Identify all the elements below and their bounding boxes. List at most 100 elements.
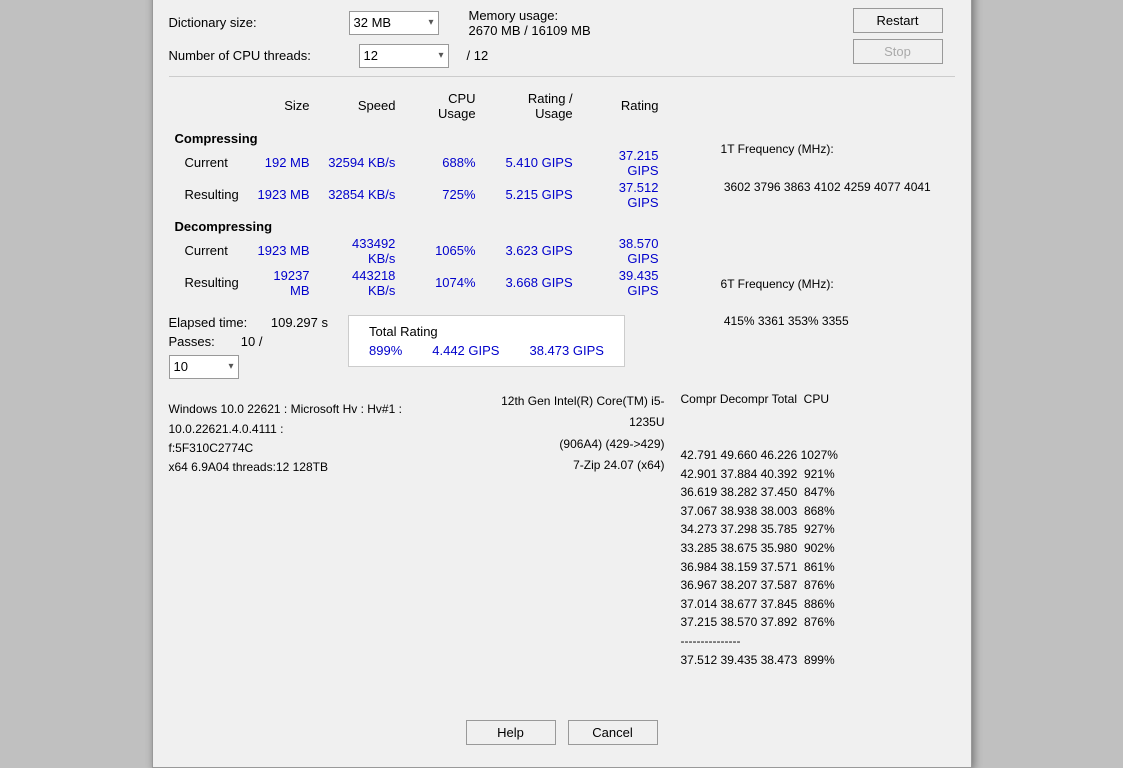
- compress-resulting-rating: 37.512 GIPS: [579, 179, 665, 211]
- compress-current-label: Current: [169, 147, 245, 179]
- col-header-speed: Speed: [316, 89, 402, 123]
- cancel-button[interactable]: Cancel: [568, 720, 658, 745]
- rp-row-6: 36.984 38.159 37.571 861%: [681, 558, 955, 577]
- cpu-detail: (906A4) (429->429): [485, 434, 664, 456]
- compress-resulting-row: Resulting 1923 MB 32854 KB/s 725% 5.215 …: [169, 179, 665, 211]
- decompress-current-rating-usage: 3.623 GIPS: [482, 235, 579, 267]
- os-line1: Windows 10.0 22621 : Microsoft Hv : Hv#1…: [169, 400, 486, 438]
- rp-row-8: 37.014 38.677 37.845 886%: [681, 595, 955, 614]
- rp-table-header: Compr Decompr Total CPU: [681, 390, 955, 409]
- rp-row-1: 42.901 37.884 40.392 921%: [681, 465, 955, 484]
- total-rating-label: Total Rating: [369, 324, 604, 339]
- passes-label: Passes:: [169, 334, 215, 349]
- decompress-current-cpu: 1065%: [401, 235, 481, 267]
- system-info: Windows 10.0 22621 : Microsoft Hv : Hv#1…: [169, 391, 665, 477]
- elapsed-passes-section: Elapsed time: 109.297 s Passes: 10 / 10 …: [169, 315, 329, 379]
- col-header-cpu: CPU Usage: [401, 89, 481, 123]
- decompressing-label: Decompressing: [169, 211, 665, 235]
- passes-select[interactable]: 10 ▾: [169, 355, 239, 379]
- memory-usage-value: 2670 MB / 16109 MB: [469, 23, 591, 38]
- freq-1t-label: 1T Frequency (MHz):: [721, 142, 834, 156]
- compress-current-cpu: 688%: [401, 147, 481, 179]
- cpu-threads-label: Number of CPU threads:: [169, 48, 349, 63]
- freq-1t-values: 3602 3796 3863 4102 4259 4077 4041: [721, 180, 931, 194]
- dict-size-label: Dictionary size:: [169, 15, 349, 30]
- rp-rows: 42.791 49.660 46.226 1027%42.901 37.884 …: [681, 446, 955, 669]
- left-panel: Size Speed CPU Usage Rating / Usage Rati…: [169, 85, 665, 707]
- dict-size-select[interactable]: 32 MB ▾: [349, 11, 439, 35]
- decompress-resulting-rating: 39.435 GIPS: [579, 267, 665, 299]
- restart-button[interactable]: Restart: [853, 8, 943, 33]
- cpu-threads-arrow: ▾: [438, 50, 443, 61]
- compress-resulting-size: 1923 MB: [245, 179, 316, 211]
- rp-row-5: 33.285 38.675 35.980 902%: [681, 539, 955, 558]
- decompress-current-row: Current 1923 MB 433492 KB/s 1065% 3.623 …: [169, 235, 665, 267]
- rp-row-10: ---------------: [681, 632, 955, 651]
- stop-button[interactable]: Stop: [853, 39, 943, 64]
- os-line2: f:5F310C2774C: [169, 439, 486, 458]
- compress-current-rating-usage: 5.410 GIPS: [482, 147, 579, 179]
- compress-resulting-speed: 32854 KB/s: [316, 179, 402, 211]
- compress-current-speed: 32594 KB/s: [316, 147, 402, 179]
- rp-row-3: 37.067 38.938 38.003 868%: [681, 502, 955, 521]
- col-header-name: [169, 89, 245, 123]
- main-body: Size Speed CPU Usage Rating / Usage Rati…: [169, 85, 955, 707]
- cpu-threads-select[interactable]: 12 ▾: [359, 44, 449, 68]
- rp-row-9: 37.215 38.570 37.892 876%: [681, 613, 955, 632]
- memory-usage-section: Memory usage: 2670 MB / 16109 MB: [469, 8, 591, 38]
- window-content: Dictionary size: 32 MB ▾ Memory usage: 2…: [153, 0, 971, 767]
- compressing-label: Compressing: [169, 123, 665, 147]
- freq-6t-values: 415% 3361 353% 3355: [721, 314, 849, 328]
- col-header-size: Size: [245, 89, 316, 123]
- benchmark-window: Benchmark — □ ✕ Dictionary size: 32 MB ▾…: [152, 0, 972, 768]
- total-rating-box: Total Rating 899% 4.442 GIPS 38.473 GIPS: [348, 315, 625, 367]
- passes-arrow: ▾: [228, 361, 233, 372]
- col-header-rating: Rating: [579, 89, 665, 123]
- decompress-current-label: Current: [169, 235, 245, 267]
- total-rating-values: 899% 4.442 GIPS 38.473 GIPS: [369, 343, 604, 358]
- rp-row-7: 36.967 38.207 37.587 876%: [681, 576, 955, 595]
- compress-current-row: Current 192 MB 32594 KB/s 688% 5.410 GIP…: [169, 147, 665, 179]
- rp-row-11: 37.512 39.435 38.473 899%: [681, 651, 955, 670]
- cpu-name: 12th Gen Intel(R) Core(TM) i5-1235U: [485, 391, 664, 434]
- system-info-left: Windows 10.0 22621 : Microsoft Hv : Hv#1…: [169, 400, 486, 477]
- decompress-resulting-cpu: 1074%: [401, 267, 481, 299]
- frequency-panel: 1T Frequency (MHz): 3602 3796 3863 4102 …: [681, 85, 955, 707]
- col-header-rating-usage: Rating / Usage: [482, 89, 579, 123]
- decompress-current-speed: 433492 KB/s: [316, 235, 402, 267]
- rp-row-2: 36.619 38.282 37.450 847%: [681, 483, 955, 502]
- total-rating-gips1: 4.442 GIPS: [432, 343, 499, 358]
- decompress-resulting-row: Resulting 19237 MB 443218 KB/s 1074% 3.6…: [169, 267, 665, 299]
- cpu-threads-value: 12: [364, 48, 378, 63]
- decompress-resulting-size: 19237 MB: [245, 267, 316, 299]
- benchmark-table: Size Speed CPU Usage Rating / Usage Rati…: [169, 89, 665, 299]
- os-line3: x64 6.9A04 threads:12 128TB: [169, 458, 486, 477]
- memory-usage-label: Memory usage:: [469, 8, 559, 23]
- compress-current-rating: 37.215 GIPS: [579, 147, 665, 179]
- compress-resulting-label: Resulting: [169, 179, 245, 211]
- rp-row-0: 42.791 49.660 46.226 1027%: [681, 446, 955, 465]
- version: 7-Zip 24.07 (x64): [485, 455, 664, 477]
- decompress-current-rating: 38.570 GIPS: [579, 235, 665, 267]
- compress-resulting-rating-usage: 5.215 GIPS: [482, 179, 579, 211]
- decompress-resulting-rating-usage: 3.668 GIPS: [482, 267, 579, 299]
- section-compressing: Compressing: [169, 123, 665, 147]
- total-rating-gips2: 38.473 GIPS: [529, 343, 603, 358]
- passes-select-value: 10: [174, 359, 188, 374]
- help-button[interactable]: Help: [466, 720, 556, 745]
- dict-size-value: 32 MB: [354, 15, 392, 30]
- bottom-buttons: Help Cancel: [169, 720, 955, 757]
- decompress-resulting-speed: 443218 KB/s: [316, 267, 402, 299]
- rp-row-4: 34.273 37.298 35.785 927%: [681, 520, 955, 539]
- total-rating-pct: 899%: [369, 343, 402, 358]
- elapsed-time-value: 109.297 s: [271, 315, 328, 330]
- right-panel: 1T Frequency (MHz): 3602 3796 3863 4102 …: [665, 85, 955, 707]
- system-info-right: 12th Gen Intel(R) Core(TM) i5-1235U (906…: [485, 391, 664, 477]
- decompress-current-size: 1923 MB: [245, 235, 316, 267]
- thread-slash: / 12: [467, 48, 489, 63]
- decompress-resulting-label: Resulting: [169, 267, 245, 299]
- passes-value: 10 /: [241, 334, 263, 349]
- dict-size-arrow: ▾: [428, 17, 433, 28]
- freq-6t-label: 6T Frequency (MHz):: [721, 277, 834, 291]
- compress-resulting-cpu: 725%: [401, 179, 481, 211]
